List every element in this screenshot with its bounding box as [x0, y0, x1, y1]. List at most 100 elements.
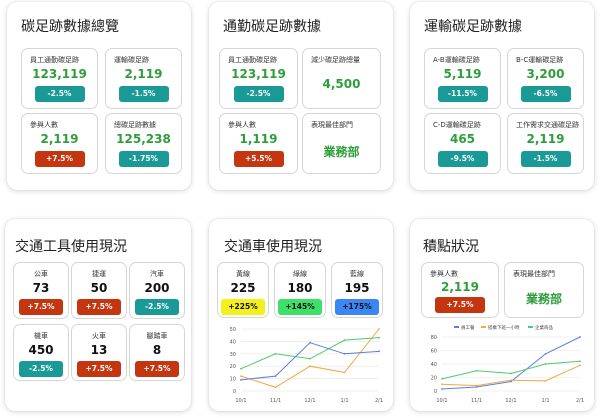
change-badge: +7.5%	[77, 361, 121, 377]
points-line-chart: 0 20 40 60 80 10/1 11/1 12/1 1/1 2/1 員工餐 搭乘下班一小時 企業商…	[431, 324, 584, 404]
stat-value: 123,119	[231, 67, 286, 81]
legend-swatch	[528, 326, 533, 328]
legend-swatch	[454, 326, 459, 328]
x-tick-label: 1/1	[340, 398, 348, 404]
shuttle-usage-title: 交通車使用現況	[224, 239, 322, 255]
vehicle-scooter[interactable]: 機車 450 -2.5%	[13, 324, 69, 381]
y-tick-label: 0	[233, 389, 236, 395]
vehicle-bicycle[interactable]: 腳踏車 8 +7.5%	[129, 324, 185, 381]
data-point	[544, 363, 547, 365]
vehicle-value: 50	[90, 281, 108, 295]
stat-best-department[interactable]: 表現最佳部門 業務部	[504, 262, 584, 318]
change-badge: +225%	[221, 299, 265, 315]
x-tick-label: 2/1	[375, 398, 383, 404]
stat-value: 123,119	[32, 67, 87, 81]
data-point	[274, 375, 277, 378]
x-tick-label: 10/1	[235, 398, 246, 404]
commute-card: 通勤碳足跡數據 員工通勤碳足跡 123,119 -2.5% 減少碳足跡總量 4,…	[209, 2, 393, 190]
change-badge: -6.5%	[520, 86, 571, 102]
stat-route-ab[interactable]: A-B運輸碳足跡 5,119 -11.5%	[424, 48, 501, 109]
change-badge: +145%	[278, 299, 322, 315]
data-point	[343, 352, 346, 355]
stat-total-footprint[interactable]: 總碳足跡數據 125,238 -1.75%	[105, 113, 182, 174]
vehicle-usage-card: 交通工具使用現況 公車 73 +7.5% 捷運 50 +7.5% 汽車 200 …	[5, 219, 191, 411]
x-tick-label: 11/1	[270, 398, 281, 404]
stat-label: 運輸碳足跡	[114, 56, 149, 64]
stat-value: 2,119	[40, 132, 79, 146]
vehicle-label: 腳踏車	[146, 332, 168, 340]
shuttle-line-chart: 0 10 20 30 40 50 10/1 11/1 12/1 1/1 2/1	[230, 327, 383, 404]
x-tick-label: 10/1	[436, 398, 447, 404]
stat-participants[interactable]: 參與人數 2,119 +7.5%	[21, 113, 98, 174]
y-tick-label: 50	[230, 327, 236, 333]
data-point	[475, 384, 478, 387]
shuttle-usage-card: 交通車使用現況 黃線 225 +225% 綠線 180 +145% 藍線 195…	[209, 219, 393, 411]
change-badge: -1.75%	[118, 151, 169, 167]
data-point	[240, 375, 242, 378]
series-line	[240, 342, 380, 381]
vehicle-usage-title: 交通工具使用現況	[15, 239, 127, 255]
shuttle-label: 藍線	[350, 270, 364, 278]
change-badge: +7.5%	[34, 151, 85, 167]
vehicle-bus[interactable]: 公車 73 +7.5%	[13, 262, 69, 319]
stat-value: 4,500	[322, 77, 361, 91]
stat-transport[interactable]: 運輸碳足跡 2,119 -1.5%	[105, 48, 182, 109]
stat-value: 2,119	[441, 280, 479, 294]
y-tick-label: 30	[230, 352, 236, 358]
stat-route-cd[interactable]: C-D運輸碳足跡 465 -9.5%	[424, 113, 501, 174]
stat-label: 表現最佳部門	[311, 121, 353, 129]
stat-participants[interactable]: 參與人數 1,119 +5.5%	[219, 113, 298, 174]
data-point	[579, 336, 581, 338]
shuttle-value: 180	[287, 281, 313, 295]
stat-label: 表現最佳部門	[513, 270, 555, 278]
change-badge: -2.5%	[135, 299, 179, 315]
stat-value: 2,119	[526, 132, 565, 146]
data-point	[510, 372, 512, 375]
stat-reduced-footprint[interactable]: 減少碳足跡總量 4,500	[302, 48, 381, 109]
shuttle-yellow-line[interactable]: 黃線 225 +225%	[217, 262, 269, 318]
overview-title: 碳足跡數據總覽	[21, 19, 119, 35]
change-badge: +7.5%	[435, 297, 485, 313]
stat-best-department[interactable]: 表現最佳部門 業務部	[302, 113, 381, 174]
vehicle-mrt[interactable]: 捷運 50 +7.5%	[71, 262, 127, 319]
vehicle-value: 200	[144, 281, 170, 295]
vehicle-train[interactable]: 火車 13 +7.5%	[71, 324, 127, 381]
points-title: 積點狀況	[423, 239, 479, 255]
shuttle-label: 黃線	[236, 270, 250, 278]
data-point	[240, 378, 242, 381]
shuttle-green-line[interactable]: 綠線 180 +145%	[274, 262, 326, 318]
vehicle-label: 火車	[92, 332, 106, 340]
data-point	[378, 328, 380, 330]
stat-label: 減少碳足跡總量	[311, 56, 360, 64]
stat-value: 1,119	[239, 132, 278, 146]
data-point	[378, 350, 380, 353]
stat-employee-commute[interactable]: 員工通勤碳足跡 123,119 -2.5%	[21, 48, 98, 109]
shuttle-blue-line[interactable]: 藍線 195 +175%	[331, 262, 383, 318]
stat-label: 參與人數	[228, 121, 256, 129]
change-badge: -2.5%	[233, 86, 284, 102]
shuttle-value: 225	[230, 281, 256, 295]
commute-title: 通勤碳足跡數據	[223, 19, 321, 35]
stat-label: A-B運輸碳足跡	[433, 56, 480, 64]
y-tick-label: 40	[431, 362, 437, 368]
stat-route-bc[interactable]: B-C運輸碳足跡 3,200 -6.5%	[507, 48, 584, 109]
change-badge: -9.5%	[437, 151, 488, 167]
stat-value: 125,238	[116, 132, 171, 146]
stat-work-travel[interactable]: 工作需求交通碳足跡 2,119 -1.5%	[507, 113, 584, 174]
legend-swatch	[481, 326, 486, 328]
series-line	[441, 364, 581, 387]
stat-value: 業務部	[323, 145, 360, 159]
data-point	[441, 377, 443, 380]
vehicle-label: 機車	[34, 332, 48, 340]
legend-label: 員工餐	[461, 324, 475, 331]
change-badge: +175%	[335, 299, 379, 315]
data-point	[475, 369, 478, 372]
vehicle-car[interactable]: 汽車 200 -2.5%	[129, 262, 185, 319]
y-tick-label: 80	[431, 335, 437, 341]
transport-card: 運輸碳足跡數據 A-B運輸碳足跡 5,119 -11.5% B-C運輸碳足跡 3…	[410, 2, 594, 190]
data-point	[309, 365, 311, 368]
y-tick-label: 40	[230, 339, 236, 345]
stat-employee-commute[interactable]: 員工通勤碳足跡 123,119 -2.5%	[219, 48, 298, 109]
stat-participants[interactable]: 參與人數 2,119 +7.5%	[421, 262, 499, 318]
shuttle-value: 195	[344, 281, 370, 295]
